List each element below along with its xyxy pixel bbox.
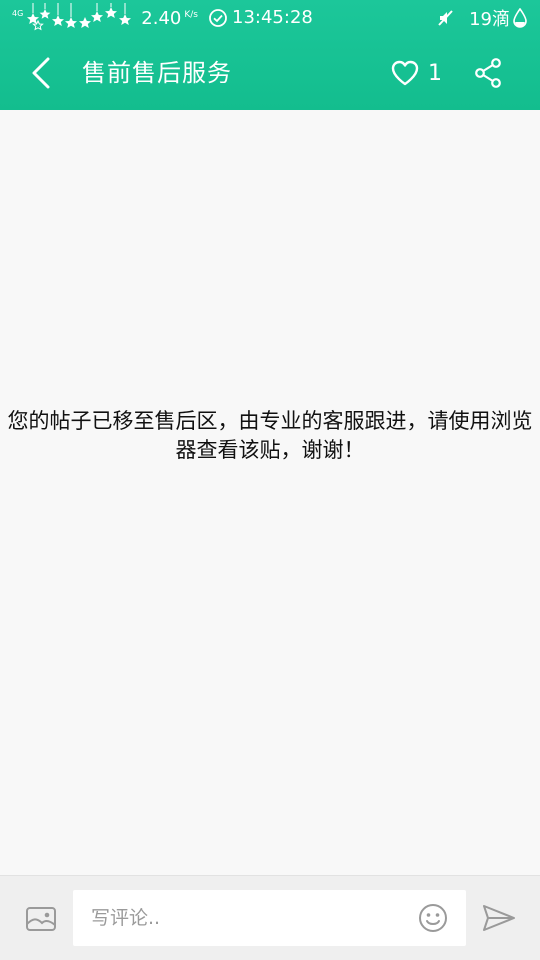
insert-image-button[interactable]	[24, 904, 58, 934]
comment-bar	[0, 875, 540, 960]
check-circle-icon	[208, 8, 228, 28]
moved-post-notice: 您的帖子已移至售后区，由专业的客服跟进，请使用浏览器查看该贴，谢谢！	[7, 409, 533, 462]
post-content: 您的帖子已移至售后区，由专业的客服跟进，请使用浏览器查看该贴，谢谢！	[0, 110, 540, 875]
comment-input[interactable]	[91, 890, 401, 946]
image-icon	[26, 907, 56, 931]
like-count: 1	[428, 60, 442, 86]
page-title: 售前售后服务	[82, 59, 232, 87]
battery-text: 19滴	[469, 9, 510, 30]
water-drop-battery-icon	[512, 8, 528, 28]
share-button[interactable]	[472, 56, 504, 90]
stars-decoration-icon	[25, 3, 135, 33]
net-speed-unit: K/s	[184, 9, 198, 20]
share-icon	[475, 58, 501, 88]
emoji-button[interactable]	[418, 903, 448, 933]
net-speed: 2.40 K/s	[141, 8, 198, 29]
smiley-icon	[419, 904, 447, 932]
network-type-label: 4G	[12, 9, 24, 18]
back-button[interactable]	[26, 54, 56, 92]
net-speed-value: 2.40	[141, 7, 182, 29]
like-button[interactable]: 1	[390, 56, 442, 90]
send-button[interactable]	[482, 903, 516, 933]
send-icon	[483, 905, 515, 931]
status-right: 19滴	[437, 0, 528, 36]
app-bar: 4G 2.40 K/s 13:45:28 19滴 售前售后服务 1	[0, 0, 540, 110]
status-bar: 4G 2.40 K/s 13:45:28 19滴	[0, 0, 540, 36]
status-left: 4G 2.40 K/s	[12, 0, 228, 36]
toolbar: 售前售后服务 1	[0, 36, 540, 110]
heart-icon	[391, 60, 419, 86]
status-time: 13:45:28	[232, 7, 313, 28]
muted-icon	[437, 9, 455, 27]
chevron-left-icon	[32, 57, 50, 89]
comment-box	[73, 890, 466, 946]
